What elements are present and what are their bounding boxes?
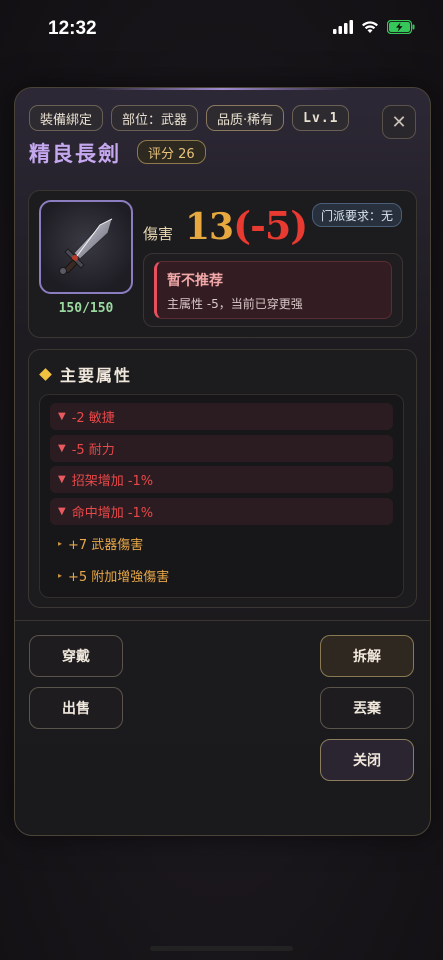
recommendation-box: 暂不推荐 主属性 -5，当前已穿更强 xyxy=(143,253,403,327)
damage-label: 傷害 xyxy=(143,225,174,243)
attribute-row-negative: ▼ -2 敏捷 xyxy=(50,403,393,430)
discard-button[interactable]: 丟棄 xyxy=(320,687,414,729)
attribute-row-negative: ▼ 招架增加 -1% xyxy=(50,466,393,493)
recommendation-title: 暂不推荐 xyxy=(167,273,223,289)
status-time: 12:32 xyxy=(48,18,97,39)
triangle-right-icon: ▸ xyxy=(58,571,63,580)
attribute-text: +7 武器傷害 xyxy=(68,538,144,553)
triangle-down-icon: ▼ xyxy=(58,443,66,454)
cellular-signal-icon xyxy=(333,20,353,34)
attribute-row-negative: ▼ -5 耐力 xyxy=(50,435,393,462)
level-tag: Lv.1 xyxy=(292,105,350,131)
damage-number: 13 xyxy=(185,206,234,248)
attribute-text: 招架增加 -1% xyxy=(71,474,154,489)
item-name: 精良長劍 xyxy=(29,142,121,166)
bind-tag: 裝備綁定 xyxy=(29,105,104,131)
attribute-row-positive: ▸ +5 附加增強傷害 xyxy=(50,562,393,589)
triangle-right-icon: ▸ xyxy=(58,539,63,548)
equip-button[interactable]: 穿戴 xyxy=(29,635,123,677)
attribute-text: 命中增加 -1% xyxy=(71,506,154,521)
sell-button[interactable]: 出售 xyxy=(29,687,123,729)
sect-requirement-badge: 门派要求：无 xyxy=(311,203,402,227)
triangle-down-icon: ▼ xyxy=(58,506,66,517)
wifi-icon xyxy=(362,21,378,33)
dismantle-button[interactable]: 拆解 xyxy=(320,635,414,677)
triangle-down-icon: ▼ xyxy=(58,411,66,422)
close-button[interactable]: 关闭 xyxy=(320,739,414,781)
attributes-card: 主要属性 ▼ -2 敏捷 ▼ -5 耐力 ▼ 招架增加 -1% ▼ 命中增加 -… xyxy=(28,349,417,608)
attribute-text: +5 附加增強傷害 xyxy=(68,570,170,585)
score-badge: 评分 26 xyxy=(137,140,206,164)
attribute-text: -2 敏捷 xyxy=(71,411,115,426)
attribute-row-negative: ▼ 命中增加 -1% xyxy=(50,498,393,525)
home-indicator xyxy=(150,946,293,951)
attribute-list: ▼ -2 敏捷 ▼ -5 耐力 ▼ 招架增加 -1% ▼ 命中增加 -1% ▸ … xyxy=(39,394,404,598)
damage-value: 13(-5) xyxy=(185,203,308,248)
status-bar: 12:32 xyxy=(0,0,443,60)
quality-tag: 品质·稀有 xyxy=(206,105,285,131)
action-divider xyxy=(15,620,430,621)
close-icon-button[interactable]: ✕ xyxy=(382,105,416,139)
recommendation-desc: 主属性 -5，当前已穿更强 xyxy=(167,297,303,311)
recommendation-alert: 暂不推荐 主属性 -5，当前已穿更强 xyxy=(154,261,392,319)
battery-charging-icon xyxy=(387,20,415,34)
item-tags: 裝備綁定 部位：武器 品质·稀有 Lv.1 xyxy=(29,105,350,131)
attributes-title-text: 主要属性 xyxy=(60,366,133,385)
triangle-down-icon: ▼ xyxy=(58,474,66,485)
attributes-title: 主要属性 xyxy=(39,362,133,386)
sword-icon xyxy=(59,218,113,275)
item-summary-card: 150/150 傷害 13(-5) 门派要求：无 暂不推荐 主属性 -5，当前已… xyxy=(28,190,417,338)
status-icons xyxy=(333,20,415,34)
item-detail-panel: 裝備綁定 部位：武器 品质·稀有 Lv.1 ✕ 精良長劍 评分 26 150/1… xyxy=(14,87,431,836)
damage-diff: (-5) xyxy=(233,203,308,248)
close-icon: ✕ xyxy=(391,111,407,133)
item-icon-frame xyxy=(39,200,133,294)
attribute-row-positive: ▸ +7 武器傷害 xyxy=(50,530,393,557)
slot-tag: 部位：武器 xyxy=(111,105,199,131)
attribute-text: -5 耐力 xyxy=(71,443,115,458)
diamond-icon xyxy=(39,367,52,381)
durability-value: 150/150 xyxy=(58,301,114,316)
